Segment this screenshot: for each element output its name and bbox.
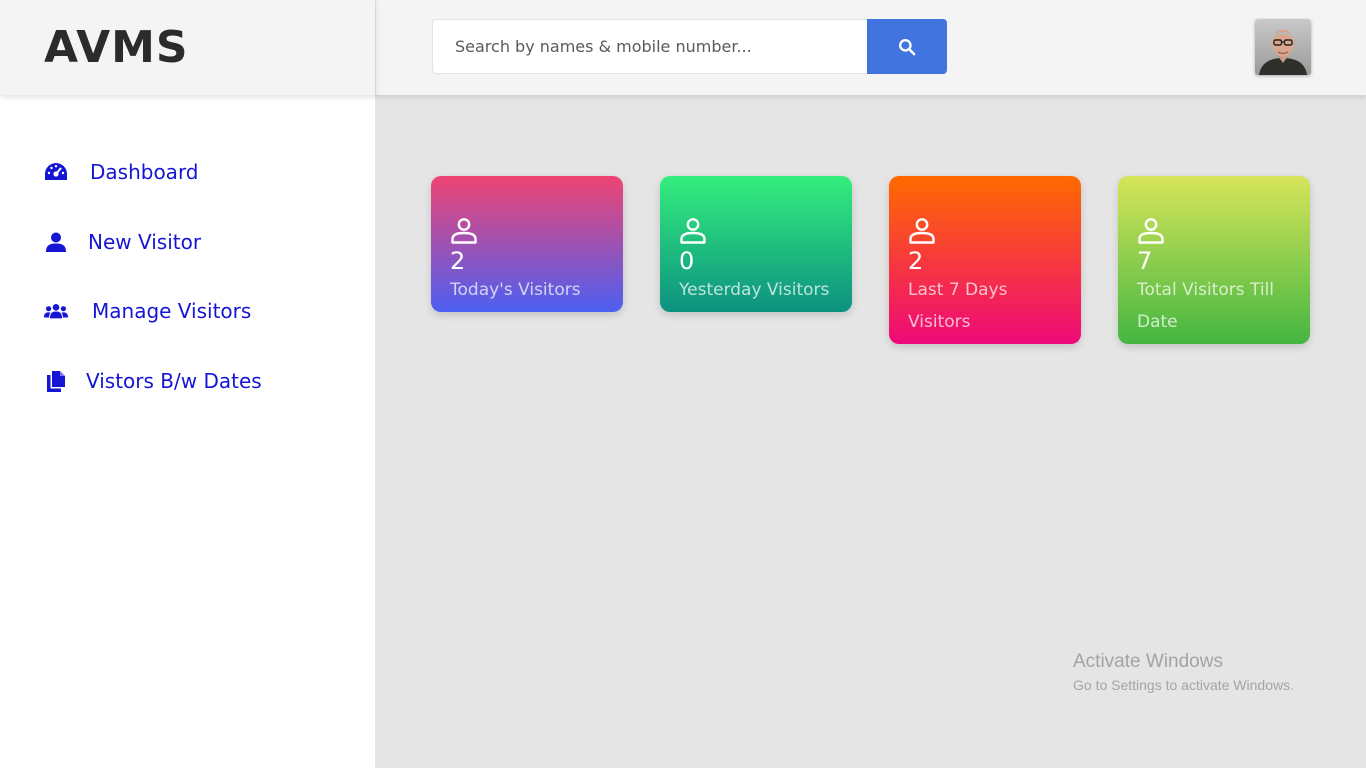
stat-value: 7 [1137,247,1153,275]
stat-label: Yesterday Visitors [679,280,830,300]
stat-label: Today's Visitors [450,280,581,300]
search-icon [899,38,916,55]
stat-card-last-7-days-visitors[interactable]: 2 Last 7 Days Visitors [889,176,1081,344]
watermark-subtitle: Go to Settings to activate Windows. [1073,677,1294,693]
windows-activation-watermark: Activate Windows Go to Settings to activ… [1073,651,1294,695]
watermark-title: Activate Windows [1073,651,1223,672]
stat-card-total-visitors[interactable]: 7 Total Visitors Till Date [1118,176,1310,344]
user-avatar[interactable] [1255,19,1311,75]
sidebar-item-manage-visitors[interactable]: Manage Visitors [44,296,251,326]
user-icon [44,230,68,254]
sidebar-item-label: New Visitor [88,230,202,254]
search-input[interactable] [432,19,868,74]
sidebar-item-label: Vistors B/w Dates [86,369,262,393]
files-icon [44,369,68,393]
user-outline-icon [451,218,477,244]
sidebar-item-visitors-between-dates[interactable]: Vistors B/w Dates [44,366,262,396]
top-header [375,0,1366,95]
user-outline-icon [1138,218,1164,244]
sidebar-item-new-visitor[interactable]: New Visitor [44,227,201,257]
dashboard-gauge-icon [44,160,68,184]
sidebar-item-dashboard[interactable]: Dashboard [44,157,199,187]
user-outline-icon [680,218,706,244]
stat-label: Total Visitors Till Date [1137,280,1275,332]
sidebar: Dashboard New Visitor Manage Visitors Vi… [0,95,375,768]
stat-value: 2 [450,247,466,275]
search-button[interactable] [867,19,947,74]
stat-label: Last 7 Days Visitors [908,280,1008,332]
sidebar-item-label: Dashboard [90,160,199,184]
sidebar-item-label: Manage Visitors [92,299,252,323]
stat-card-todays-visitors[interactable]: 2 Today's Visitors [431,176,623,312]
user-outline-icon [909,218,935,244]
stat-value: 0 [679,247,695,275]
logo-area: AVMS [0,0,375,95]
stat-value: 2 [908,247,924,275]
stat-card-yesterday-visitors[interactable]: 0 Yesterday Visitors [660,176,852,312]
app-logo[interactable]: AVMS [44,22,189,73]
users-group-icon [44,299,68,323]
